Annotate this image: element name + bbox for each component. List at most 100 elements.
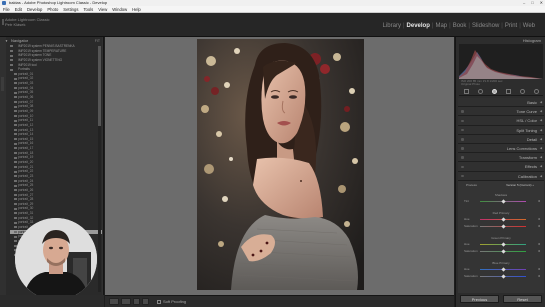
left-panel-collapse-handle[interactable] [1,77,4,91]
red-eye-icon[interactable] [491,88,497,94]
develop-canvas[interactable] [105,37,454,295]
section-title: Transform [518,155,537,161]
section-toggle-switch[interactable] [461,119,464,123]
crop-tool-icon[interactable] [463,88,469,94]
section-toggle-switch[interactable] [461,165,464,169]
preset-icon [14,240,17,243]
preset-label: portrait_22 [18,169,34,174]
module-library[interactable]: Library [381,23,403,29]
slider-value[interactable]: 0 [538,224,540,228]
preset-list-scroll-thumb[interactable] [98,46,101,126]
preset-icon [14,128,17,131]
collapse-triangle-icon: ▼ [5,39,8,43]
section-title: Split Toning [516,127,537,133]
section-header-effects[interactable]: Effects ◀ [458,162,544,172]
folder-icon [10,63,13,66]
slider-thumb[interactable] [500,223,506,229]
section-toggle-switch[interactable] [461,156,464,159]
section-header-hsl-color[interactable]: HSL / Color ◀ [458,116,544,126]
preset-icon [14,179,17,182]
reset-button[interactable]: Reset [503,295,542,303]
section-toggle-switch[interactable] [461,147,464,150]
module-map[interactable]: Map [433,23,449,29]
slider-label: Hue [464,217,470,221]
preset-icon [14,170,17,173]
before-after-swap-button[interactable] [133,298,140,305]
menu-develop[interactable]: Develop [27,6,42,12]
menu-view[interactable]: View [98,6,107,12]
section-header-tone-curve[interactable]: Tone Curve ◀ [458,107,544,117]
graduated-filter-icon[interactable] [505,88,511,94]
menu-window[interactable]: Window [112,6,127,12]
module-develop[interactable]: Develop [405,23,432,29]
section-header-basic[interactable]: Basic ◀ [458,98,544,108]
section-header-detail[interactable]: Detail ◀ [458,134,544,144]
soft-proofing-checkbox[interactable] [157,299,161,304]
menu-file[interactable]: File [3,6,10,12]
preset-label: portrait_20 [18,160,34,165]
preset-icon [14,161,17,164]
menu-help[interactable]: Help [132,6,141,12]
preset-icon [14,235,17,238]
section-toggle-switch[interactable] [461,128,464,132]
preset-icon [14,73,17,76]
section-header-transform[interactable]: Transform ◀ [458,153,544,163]
preset-label: portrait_21 [18,164,34,169]
preset-icon [14,198,17,201]
slider-thumb[interactable] [500,241,506,247]
section-header-lens-corrections[interactable]: Lens Corrections ◀ [458,143,544,154]
slider-value[interactable]: 0 [538,217,540,221]
slider-value[interactable]: 0 [538,199,540,203]
menu-settings[interactable]: Settings [63,6,78,12]
previous-button[interactable]: Previous [460,295,499,303]
section-toggle-switch[interactable] [461,138,464,141]
slider-thumb[interactable] [500,248,506,254]
adjustment-brush-icon[interactable] [533,88,539,94]
loupe-view-button[interactable] [109,298,119,305]
menu-photo[interactable]: Photo [47,6,58,12]
module-web[interactable]: Web [521,23,537,29]
collapse-triangle-icon: ◀ [539,100,542,104]
histogram-header[interactable]: Histogram [458,38,544,43]
slider-thumb[interactable] [500,273,506,279]
slider-thumb[interactable] [500,266,506,272]
section-toggle-switch[interactable] [461,174,464,178]
preset-label: portrait_02 [18,76,34,81]
process-row[interactable]: Process Version 5 (Current) ÷ [458,183,544,188]
window-title: baktas - Adobe Photoshop Lightroom Class… [9,0,108,5]
process-version-select[interactable]: Version 5 (Current) ÷ [506,183,534,188]
slider-label: Saturation [464,249,478,253]
before-after-button[interactable] [121,298,131,305]
navigator-label: Navigator [11,38,29,43]
preset-group-label: Portraits [18,67,30,72]
menu-bar: File Edit Develop Photo Settings Tools V… [0,6,545,13]
folder-icon [10,68,13,71]
right-panel-footer: Previous Reset [458,295,544,304]
section-title: Tone Curve [516,109,537,115]
slider-value[interactable]: 0 [538,249,540,253]
slider-thumb[interactable] [500,216,506,222]
section-header-calibration[interactable]: Calibration ◀ [458,171,544,181]
section-toggle-switch[interactable] [461,110,464,113]
module-print[interactable]: Print [503,23,519,29]
slider-value[interactable]: 0 [538,242,540,246]
preset-icon [14,110,17,113]
slider-value[interactable]: 0 [538,274,540,278]
copy-settings-button[interactable] [142,298,149,305]
menu-tools[interactable]: Tools [83,6,93,12]
folder-icon [10,49,13,52]
section-title: HSL / Color [516,118,537,124]
menu-edit[interactable]: Edit [15,6,22,12]
calibration-group-title: Red Primary [492,211,510,215]
preset-icon [14,138,17,141]
histogram[interactable] [459,44,543,79]
photo-preview[interactable] [197,39,364,290]
soft-proofing-toggle[interactable]: Soft Proofing [157,297,186,307]
module-book[interactable]: Book [451,23,469,29]
module-slideshow[interactable]: Slideshow [470,23,501,29]
slider-thumb[interactable] [500,198,506,204]
slider-value[interactable]: 0 [538,267,540,271]
radial-filter-icon[interactable] [519,88,525,94]
spot-removal-icon[interactable] [477,88,483,94]
section-header-split-toning[interactable]: Split Toning ◀ [458,125,544,135]
